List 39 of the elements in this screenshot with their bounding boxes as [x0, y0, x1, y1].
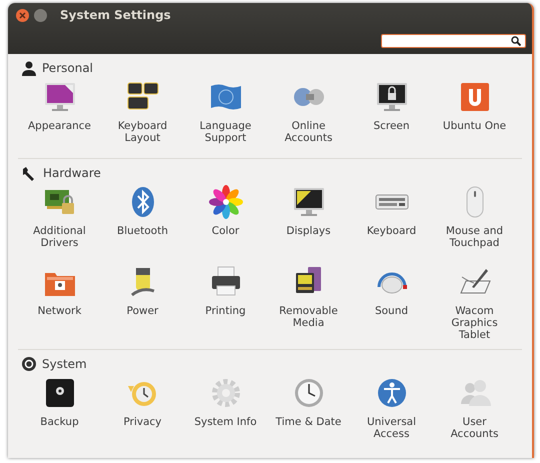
color-flower-icon: [208, 185, 242, 219]
settings-item[interactable]: Keyboard: [350, 185, 433, 259]
search-field[interactable]: [381, 34, 526, 48]
settings-item[interactable]: Privacy: [101, 376, 184, 446]
minimize-button[interactable]: [34, 8, 47, 22]
wrench-icon: [22, 166, 37, 180]
settings-item[interactable]: Appearance: [18, 80, 101, 150]
settings-item[interactable]: Language Support: [184, 80, 267, 150]
close-button[interactable]: [16, 8, 29, 22]
section-title: System: [42, 357, 87, 371]
settings-item[interactable]: System Info: [184, 376, 267, 446]
person-icon: [22, 60, 36, 76]
settings-item[interactable]: Online Accounts: [267, 80, 350, 150]
settings-item[interactable]: Backup: [18, 376, 101, 446]
settings-item[interactable]: Sound: [350, 265, 433, 341]
section-title: Personal: [42, 61, 94, 75]
settings-item[interactable]: Printing: [184, 265, 267, 341]
settings-item[interactable]: Wacom Graphics Tablet: [433, 265, 516, 341]
lock-screen-icon: [374, 80, 408, 114]
search-icon: [511, 36, 521, 46]
settings-item[interactable]: Keyboard Layout: [101, 80, 184, 150]
settings-item[interactable]: Time & Date: [267, 376, 350, 446]
settings-item[interactable]: Screen: [350, 80, 433, 150]
settings-item[interactable]: Additional Drivers: [18, 185, 101, 259]
section-title: Hardware: [43, 166, 101, 180]
settings-item[interactable]: Ubuntu One: [433, 80, 516, 150]
settings-item[interactable]: Power: [101, 265, 184, 341]
settings-item[interactable]: Displays: [267, 185, 350, 259]
settings-item[interactable]: Bluetooth: [101, 185, 184, 259]
close-icon: [19, 12, 26, 18]
settings-item[interactable]: Removable Media: [267, 265, 350, 341]
window-title: System Settings: [60, 8, 171, 22]
monitor-icon: [42, 80, 76, 114]
settings-item[interactable]: User Accounts: [433, 376, 516, 446]
display-icon: [292, 185, 326, 219]
settings-item[interactable]: Color: [184, 185, 267, 259]
settings-item[interactable]: Mouse and Touchpad: [433, 185, 516, 259]
settings-item[interactable]: Universal Access: [350, 376, 433, 446]
settings-item[interactable]: Network: [18, 265, 101, 341]
